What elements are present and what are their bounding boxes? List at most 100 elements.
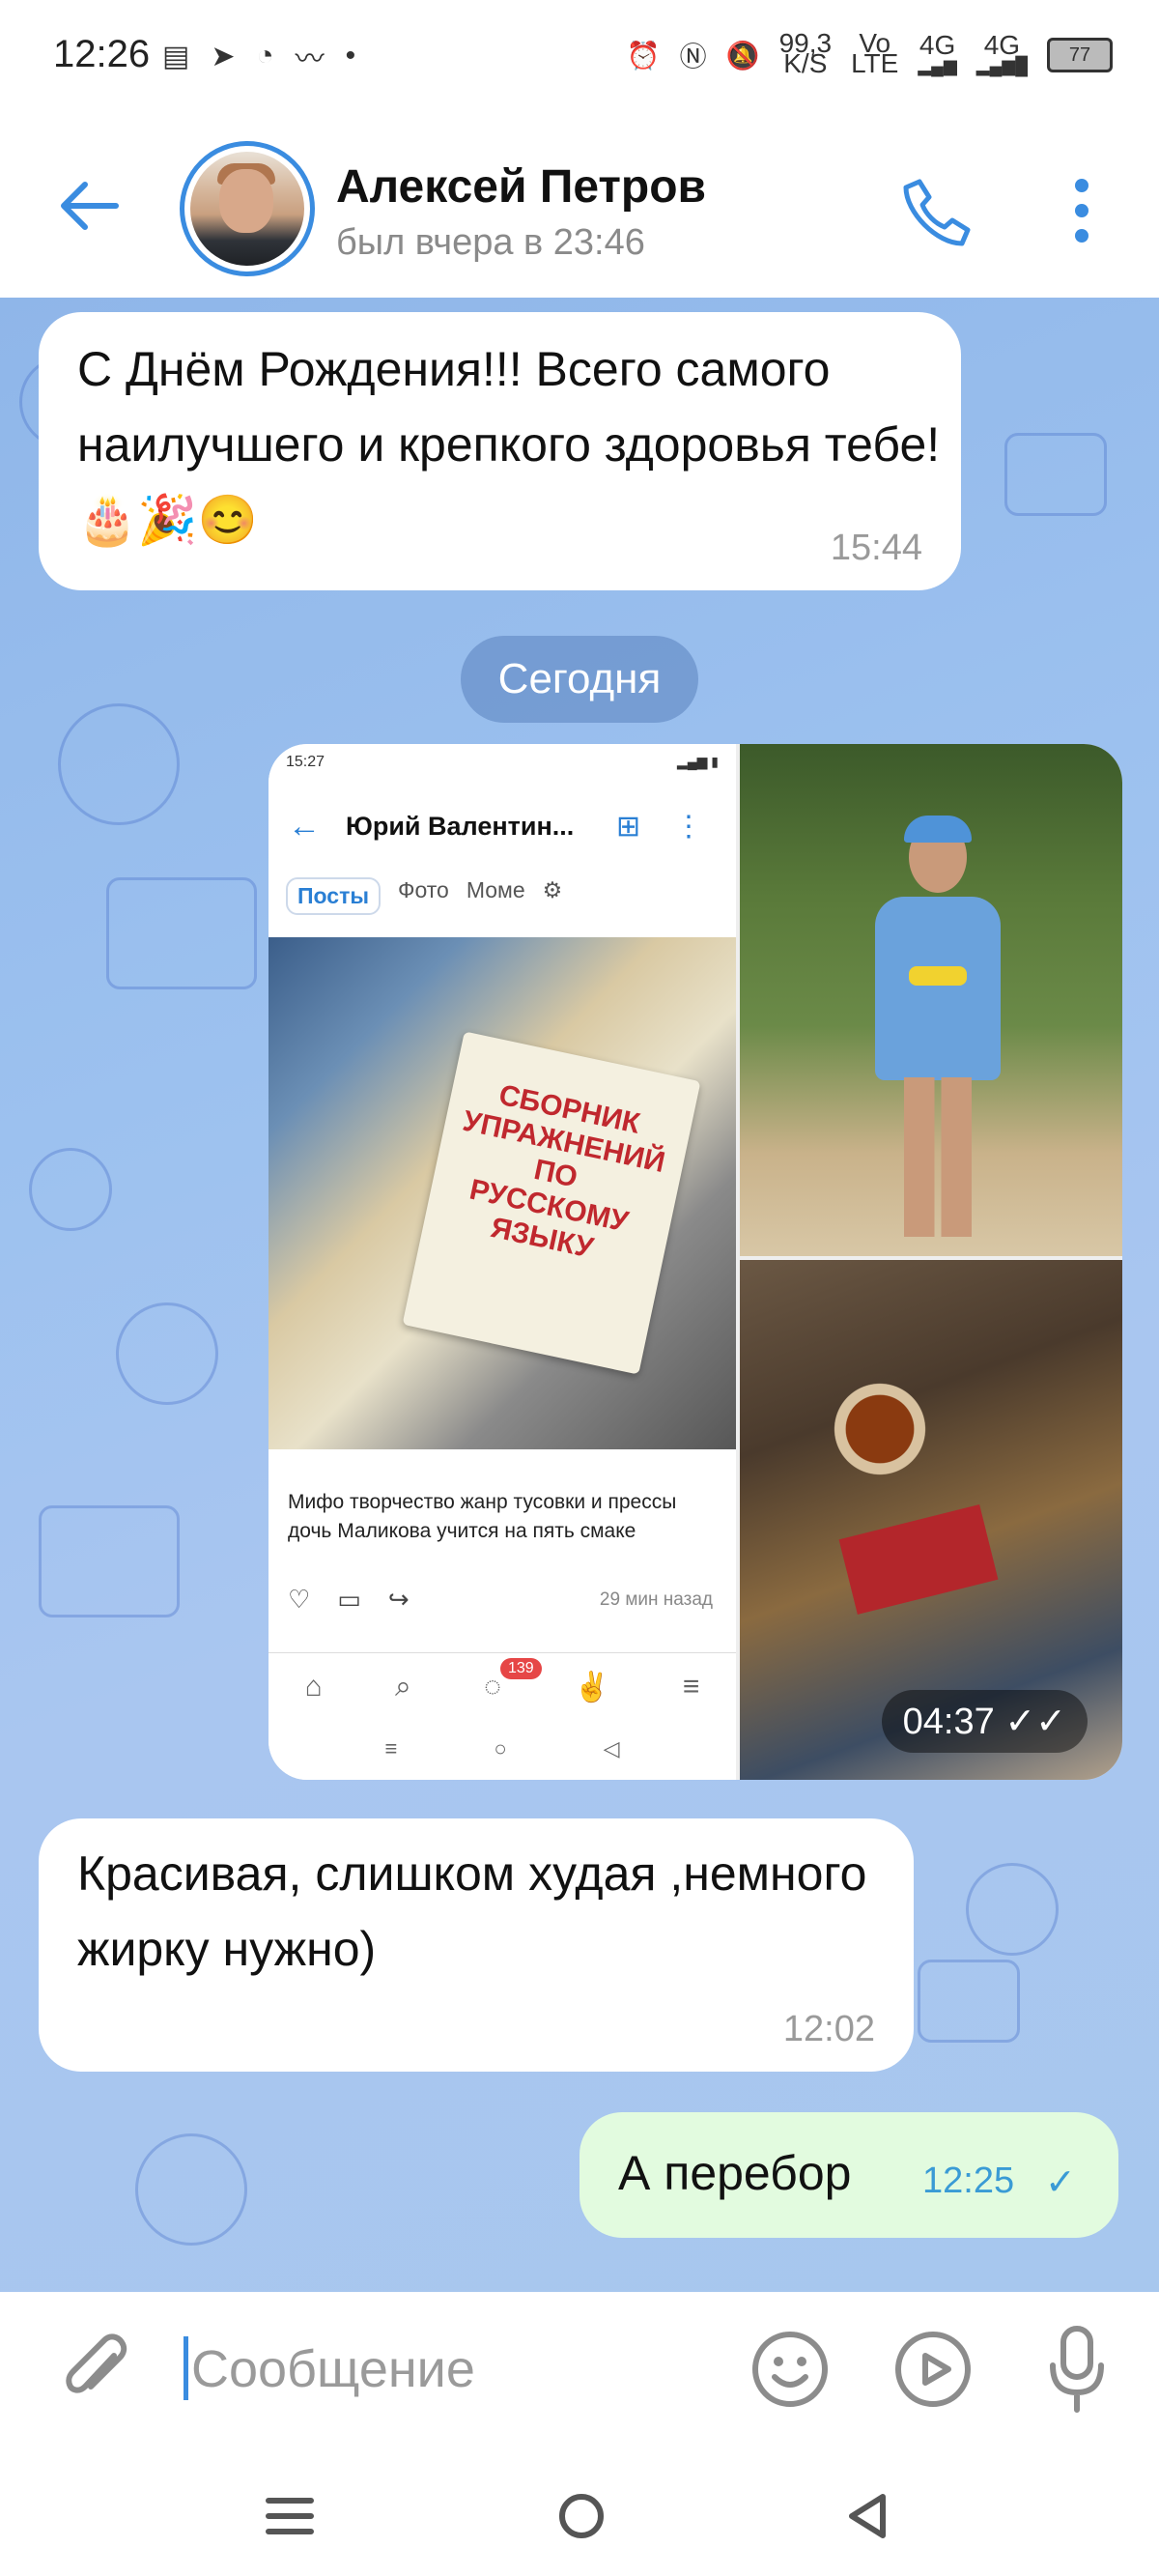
incoming-message[interactable]: С Днём Рождения!!! Всего самого наилучше…	[39, 312, 961, 590]
date-separator: Сегодня	[461, 636, 698, 723]
battery-icon: 77	[1047, 38, 1113, 72]
message-input[interactable]	[189, 2327, 715, 2412]
mini-tab-photo: Фото	[397, 877, 449, 902]
home-button[interactable]	[554, 2489, 608, 2543]
doodle-bell-icon	[29, 1148, 112, 1231]
media-album[interactable]: 15:27 ▂▄▆ ▮ ← Юрий Валентин... ⊞ ⋮ Посты…	[269, 744, 1122, 1780]
system-indicators: ⏰ Ⓝ 🔕 99,3 K/S Vo LTE 4G ▂▄▆ 4G ▂▄▆█ 77	[626, 29, 1113, 77]
text-cursor	[184, 2336, 188, 2400]
status-time: 12:26	[53, 33, 151, 75]
doodle-gift-icon	[966, 1863, 1059, 1956]
mute-icon: 🔕	[725, 40, 760, 71]
chat-header: Алексей Петров был вчера в 23:46	[0, 116, 1159, 298]
mini-share-icon: ↪	[387, 1585, 410, 1614]
mini-menu-icon: ≡	[682, 1671, 700, 1703]
mini-system-nav: ≡ ○ ◁	[269, 1722, 736, 1776]
message-time: 15:44	[830, 528, 922, 568]
arrow-left-icon	[61, 182, 119, 230]
signal-icon-2: 4G ▂▄▆█	[975, 29, 1028, 75]
media-photo-woman[interactable]	[740, 744, 1122, 1256]
microphone-icon	[1050, 2326, 1104, 2413]
message-composer	[0, 2292, 1159, 2454]
message-notification-icon: ▤	[162, 40, 190, 72]
mini-messages-icon: ◌	[484, 1671, 501, 1703]
mini-comment-icon: ▭	[337, 1585, 361, 1614]
person-shirt	[875, 897, 1001, 1080]
triangle-back-icon	[849, 2494, 886, 2538]
nfc-icon: Ⓝ	[679, 42, 707, 72]
avatar-face	[219, 169, 273, 233]
chat-area[interactable]: С Днём Рождения!!! Всего самого наилучше…	[0, 298, 1159, 2292]
doodle-phone-icon-2	[918, 1960, 1020, 2043]
notification-icons: ▤ ➤ ◔ 〰 •	[162, 35, 355, 77]
play-circle-icon	[895, 2332, 971, 2407]
doodle-smile-icon	[116, 1302, 218, 1405]
double-check-icon: ✓✓	[1004, 1702, 1066, 1742]
mini-settings-icon: ⚙	[542, 877, 563, 902]
message-text: А перебор	[618, 2146, 852, 2200]
attach-button[interactable]	[54, 2327, 141, 2414]
contact-name[interactable]: Алексей Петров	[336, 160, 706, 214]
avatar-photo	[190, 152, 304, 266]
message-text: Красивая, слишком худая ,немного жирку н…	[77, 1846, 867, 1976]
doodle-cat-icon	[58, 703, 180, 825]
status-bar: 12:26 ▤ ➤ ◔ 〰 • ⏰ Ⓝ 🔕 99,3 K/S Vo LTE 4G ▂▄…	[0, 0, 1159, 116]
book-image: СБОРНИК УПРАЖНЕНИЙ ПО РУССКОМУ ЯЗЫКУ	[402, 1031, 701, 1375]
mini-sys-menu-icon: ≡	[384, 1736, 398, 1760]
contact-last-seen: был вчера в 23:46	[336, 222, 645, 263]
paperclip-icon	[66, 2333, 127, 2393]
mini-grid-icon: ⊞	[616, 811, 641, 843]
system-back-button[interactable]	[840, 2489, 894, 2543]
mini-home-icon: ⌂	[304, 1671, 323, 1703]
mini-tab-posts: Посты	[286, 877, 381, 915]
menu-icon	[266, 2498, 314, 2534]
mini-tab-moments: Моме	[466, 877, 525, 902]
more-options-button[interactable]	[1062, 172, 1101, 249]
message-time: 12:02	[782, 2009, 875, 2049]
mini-post-caption: Мифо творчество жанр тусовки и прессы до…	[288, 1491, 677, 1542]
mini-status-time: 15:27	[286, 754, 325, 770]
mini-unread-badge: 139	[500, 1658, 542, 1679]
avatar[interactable]	[180, 141, 315, 276]
telegram-icon: ➤	[211, 40, 236, 72]
phone-icon	[903, 179, 971, 246]
chat-app-icon: ◔	[256, 40, 274, 72]
app-logo-icon: 〰	[295, 43, 325, 75]
incoming-message[interactable]: Красивая, слишком худая ,немного жирку н…	[39, 1818, 914, 2072]
video-message-button[interactable]	[892, 2329, 974, 2410]
message-text: С Днём Рождения!!! Всего самого наилучше…	[77, 342, 941, 547]
mini-search-icon: ⌕	[395, 1671, 411, 1703]
message-time: 12:25	[922, 2161, 1015, 2201]
person-cap	[904, 816, 972, 843]
alarm-icon: ⏰	[626, 40, 661, 71]
recent-apps-button[interactable]	[263, 2489, 317, 2543]
more-notifications-dot-icon: •	[345, 40, 356, 72]
person-legs	[904, 1077, 972, 1237]
mini-tabs: Посты Фото Моме ⚙	[286, 877, 562, 915]
call-button[interactable]	[898, 174, 975, 251]
mini-more-icon: ⋮	[674, 811, 703, 843]
mini-post-time: 29 мин назад	[599, 1589, 713, 1610]
doodle-laptop-icon-2	[39, 1505, 180, 1617]
more-vertical-icon	[1075, 179, 1088, 243]
smile-icon	[752, 2332, 828, 2407]
mini-back-arrow-icon: ←	[288, 808, 321, 844]
check-icon: ✓	[1045, 2162, 1076, 2203]
outgoing-message[interactable]: А перебор 12:25 ✓	[580, 2112, 1118, 2238]
back-button[interactable]	[56, 172, 124, 240]
mini-heart-icon: ♡	[288, 1585, 311, 1614]
system-navigation-bar	[0, 2454, 1159, 2576]
mini-status-icons: ▂▄▆ ▮	[676, 754, 719, 769]
doodle-laugh-icon	[135, 2133, 247, 2246]
doodle-phone-icon	[1004, 433, 1107, 516]
tea-cup	[827, 1376, 933, 1482]
red-book	[838, 1504, 999, 1615]
media-screenshot[interactable]: 15:27 ▂▄▆ ▮ ← Юрий Валентин... ⊞ ⋮ Посты…	[269, 744, 736, 1780]
signal-icon: 4G ▂▄▆	[918, 29, 957, 75]
mini-clips-icon: ✌	[574, 1671, 610, 1703]
voice-message-button[interactable]	[1043, 2321, 1111, 2418]
mini-profile-title: Юрий Валентин...	[346, 812, 575, 841]
mini-sys-home-icon: ○	[494, 1736, 507, 1760]
emoji-button[interactable]	[749, 2329, 831, 2410]
book-title: СБОРНИК УПРАЖНЕНИЙ ПО РУССКОМУ ЯЗЫКУ	[460, 1078, 668, 1265]
